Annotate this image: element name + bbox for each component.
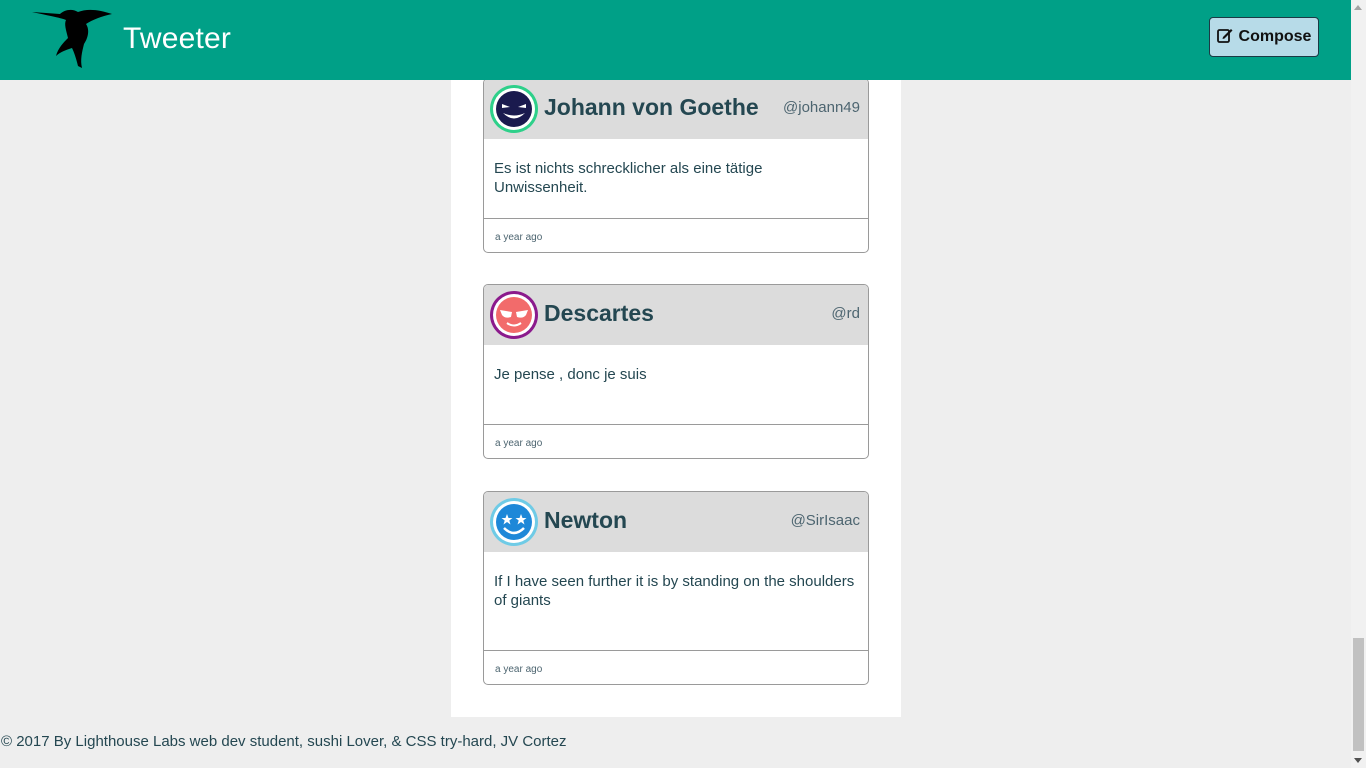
brand-title[interactable]: Tweeter	[123, 22, 231, 56]
scroll-up-arrow-icon[interactable]	[1354, 5, 1362, 10]
tweet-author-handle: @rd	[831, 305, 860, 322]
grinning-devil-face-icon	[489, 84, 539, 134]
compose-label: Compose	[1238, 28, 1312, 45]
tweet-header: Johann von Goethe @johann49	[484, 79, 868, 139]
top-nav: Tweeter Compose	[0, 0, 1351, 80]
tweet-author-name: Descartes	[544, 300, 654, 326]
scrollbar-thumb[interactable]	[1353, 638, 1364, 751]
tweet-card: Johann von Goethe @johann49 Es ist nicht…	[483, 78, 869, 253]
page: Tweeter Compose Johann von Goethe @johan…	[0, 0, 1366, 768]
hummingbird-icon	[30, 8, 114, 68]
pencil-square-icon	[1216, 27, 1233, 48]
tweet-content: If I have seen further it is by standing…	[484, 552, 868, 651]
sunglasses-face-icon	[489, 290, 539, 340]
star-eyes-face-icon	[489, 497, 539, 547]
vertical-scrollbar[interactable]	[1351, 0, 1366, 768]
tweet-card: Descartes @rd Je pense , donc je suis a …	[483, 284, 869, 459]
tweet-header: Newton @SirIsaac	[484, 492, 868, 552]
tweet-author-handle: @johann49	[783, 99, 860, 116]
tweet-author-name: Newton	[544, 507, 628, 533]
tweet-header: Descartes @rd	[484, 285, 868, 345]
tweet-author-name: Johann von Goethe	[544, 94, 759, 120]
tweet-timestamp: a year ago	[495, 232, 543, 243]
tweet-content: Je pense , donc je suis	[484, 345, 868, 425]
tweet-card: Newton @SirIsaac If I have seen further …	[483, 491, 869, 685]
tweet-timestamp: a year ago	[495, 438, 543, 449]
compose-button[interactable]: Compose	[1209, 17, 1319, 57]
tweet-content: Es ist nichts schrecklicher als eine tät…	[484, 139, 868, 219]
tweets-container: Johann von Goethe @johann49 Es ist nicht…	[451, 78, 901, 717]
site-footer: © 2017 By Lighthouse Labs web dev studen…	[1, 733, 567, 750]
tweet-author-handle: @SirIsaac	[790, 512, 860, 529]
tweet-timestamp: a year ago	[495, 664, 543, 675]
scroll-down-arrow-icon[interactable]	[1354, 758, 1362, 763]
